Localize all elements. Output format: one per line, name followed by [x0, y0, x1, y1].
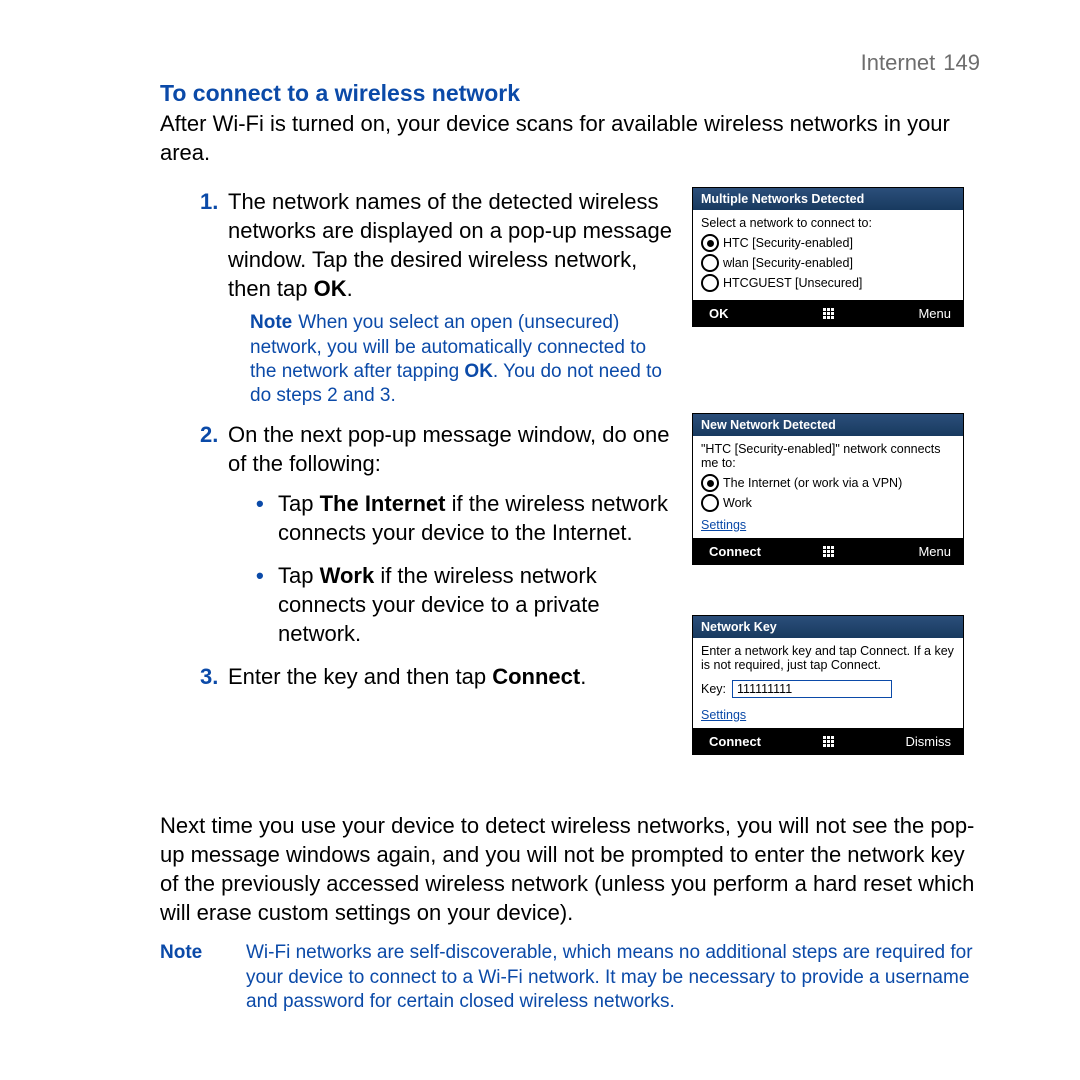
radio-icon: [701, 274, 719, 292]
dialog-prompt: "HTC [Security-enabled]" network connect…: [701, 442, 955, 470]
settings-link[interactable]: Settings: [701, 708, 746, 722]
step-2: 2. On the next pop-up message window, do…: [200, 420, 674, 647]
key-input[interactable]: 111111111: [732, 680, 892, 698]
softkey-dismiss[interactable]: Dismiss: [843, 734, 963, 749]
footer-note: Note Wi-Fi networks are self-discoverabl…: [160, 941, 980, 1014]
softkey-connect[interactable]: Connect: [693, 734, 813, 749]
note-label: Note: [250, 312, 292, 333]
page-header: Internet 149: [160, 50, 980, 76]
section-title: To connect to a wireless network: [160, 80, 980, 107]
network-option-wlan[interactable]: wlan [Security-enabled]: [701, 254, 955, 272]
dialog-network-key: Network Key Enter a network key and tap …: [692, 615, 964, 755]
step-number: 1.: [200, 187, 218, 216]
radio-icon: [701, 234, 719, 252]
dialog-multiple-networks: Multiple Networks Detected Select a netw…: [692, 187, 964, 327]
note-label: Note: [160, 941, 236, 1014]
radio-icon: [701, 494, 719, 512]
dialog-prompt: Select a network to connect to:: [701, 216, 955, 230]
step-text: The network names of the detected wirele…: [228, 189, 672, 301]
step-number: 3.: [200, 662, 218, 691]
step-1: 1. The network names of the detected wir…: [200, 187, 674, 408]
page-number: 149: [943, 50, 980, 75]
bullet-work: Tap Work if the wireless network connect…: [256, 561, 674, 648]
bullet-internet: Tap The Internet if the wireless network…: [256, 489, 674, 547]
key-label: Key:: [701, 682, 726, 696]
step-text: Enter the key and then tap Connect.: [228, 664, 586, 689]
dialog-new-network: New Network Detected "HTC [Security-enab…: [692, 413, 964, 565]
dialog-column: Multiple Networks Detected Select a netw…: [692, 187, 980, 771]
network-option-htc[interactable]: HTC [Security-enabled]: [701, 234, 955, 252]
intro-paragraph: After Wi-Fi is turned on, your device sc…: [160, 109, 980, 167]
section-name: Internet: [861, 50, 936, 75]
softkey-menu[interactable]: Menu: [843, 306, 963, 321]
step-3: 3. Enter the key and then tap Connect.: [200, 662, 674, 691]
softkey-connect[interactable]: Connect: [693, 544, 813, 559]
dialog-prompt: Enter a network key and tap Connect. If …: [701, 644, 955, 672]
keyboard-icon[interactable]: [813, 736, 843, 747]
keyboard-icon[interactable]: [813, 546, 843, 557]
dialog-title: New Network Detected: [693, 414, 963, 436]
step-text: On the next pop-up message window, do on…: [228, 422, 670, 476]
settings-link[interactable]: Settings: [701, 518, 746, 532]
note-text: Wi-Fi networks are self-discoverable, wh…: [246, 941, 980, 1014]
softkey-menu[interactable]: Menu: [843, 544, 963, 559]
radio-icon: [701, 474, 719, 492]
dialog-title: Multiple Networks Detected: [693, 188, 963, 210]
option-work[interactable]: Work: [701, 494, 955, 512]
step-1-note: NoteWhen you select an open (unsecured) …: [250, 311, 674, 408]
manual-page: Internet 149 To connect to a wireless net…: [0, 0, 1080, 1080]
closing-paragraph: Next time you use your device to detect …: [160, 811, 980, 927]
keyboard-icon[interactable]: [813, 308, 843, 319]
step-number: 2.: [200, 420, 218, 449]
option-internet[interactable]: The Internet (or work via a VPN): [701, 474, 955, 492]
dialog-title: Network Key: [693, 616, 963, 638]
radio-icon: [701, 254, 719, 272]
network-option-htcguest[interactable]: HTCGUEST [Unsecured]: [701, 274, 955, 292]
softkey-ok[interactable]: OK: [693, 306, 813, 321]
